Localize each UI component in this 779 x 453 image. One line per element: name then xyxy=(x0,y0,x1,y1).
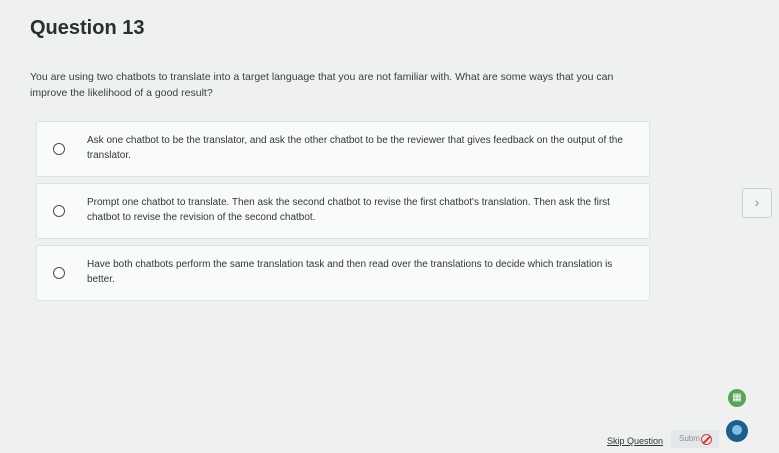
answer-option-label: Have both chatbots perform the same tran… xyxy=(87,259,613,285)
answer-option-2[interactable]: Prompt one chatbot to translate. Then as… xyxy=(36,183,650,239)
radio-button[interactable] xyxy=(53,143,65,155)
radio-button[interactable] xyxy=(53,267,65,279)
chevron-right-icon[interactable]: › xyxy=(742,188,772,218)
radio-button[interactable] xyxy=(53,205,65,217)
answer-option-1[interactable]: Ask one chatbot to be the translator, an… xyxy=(36,121,650,177)
submit-label: Subm xyxy=(679,434,700,443)
question-title: Question 13 xyxy=(30,17,145,39)
no-entry-icon xyxy=(701,434,712,445)
calculator-icon[interactable]: ▦ xyxy=(728,389,746,407)
answer-option-label: Ask one chatbot to be the translator, an… xyxy=(87,135,623,161)
question-prompt: You are using two chatbots to translate … xyxy=(30,71,614,99)
assistant-icon[interactable] xyxy=(726,420,748,442)
answer-option-3[interactable]: Have both chatbots perform the same tran… xyxy=(36,245,650,301)
skip-question-link[interactable]: Skip Question xyxy=(607,436,663,446)
answer-option-label: Prompt one chatbot to translate. Then as… xyxy=(87,197,610,223)
